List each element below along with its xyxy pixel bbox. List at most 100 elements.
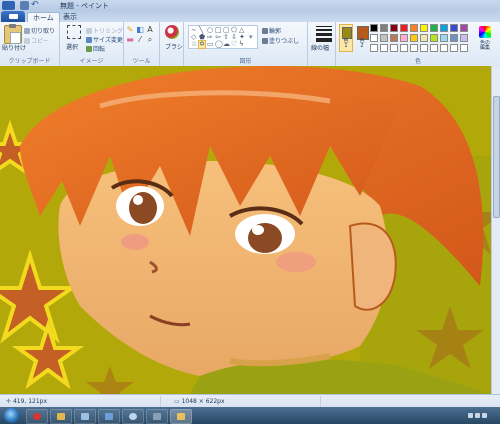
tab-view[interactable]: 表示 [58, 12, 82, 22]
brush-label: ブラシ [165, 44, 183, 51]
shapes-scroll-icon[interactable]: ▾ [249, 34, 253, 41]
palette-color-swatch[interactable] [430, 34, 438, 42]
resize-button[interactable]: サイズ変更 [86, 35, 123, 44]
shape-callout-rect-icon[interactable]: ▭ [207, 41, 214, 48]
shapes-group-label: 図形 [239, 58, 252, 65]
paint-menu-button[interactable] [1, 11, 25, 22]
text-icon[interactable]: A [146, 26, 154, 34]
palette-color-swatch[interactable] [420, 34, 428, 42]
shape-lightning-icon[interactable]: ϟ [239, 41, 244, 48]
palette-color-swatch[interactable] [440, 34, 448, 42]
palette-color-swatch[interactable] [450, 44, 458, 52]
start-button[interactable] [4, 408, 19, 423]
palette-color-swatch[interactable] [460, 44, 468, 52]
edit-colors-label: 色の 編集 [479, 40, 490, 51]
magnifier-icon[interactable]: ⌕ [146, 36, 154, 44]
colors-group-label: 色 [414, 58, 421, 65]
image-group-label: イメージ [79, 58, 104, 65]
shapes-gallery: ∼ ╲ ○ □ ▢ ⬠ △ ◇ ⬟ ⇨ ⇦ ⇧ ⇩ ✦ ☆ ✡ ▭ ◯ ☁ ♡ … [188, 25, 258, 49]
color1-label: 色 1 [343, 38, 349, 49]
edit-colors-button[interactable]: 色の 編集 [474, 24, 496, 52]
taskbar-messenger-button[interactable] [122, 409, 144, 424]
palette-color-swatch[interactable] [380, 44, 388, 52]
palette-color-swatch[interactable] [430, 44, 438, 52]
taskbar-explorer-button[interactable] [50, 409, 72, 424]
title-bar: ↶ 無題 - ペイント [0, 0, 500, 11]
palette-color-swatch[interactable] [390, 24, 398, 32]
paste-button[interactable] [4, 24, 22, 44]
palette-color-swatch[interactable] [400, 34, 408, 42]
tray-icon[interactable] [468, 413, 473, 418]
palette-color-swatch[interactable] [370, 34, 378, 42]
taskbar-opera-button[interactable] [26, 409, 48, 424]
eraser-icon[interactable]: ▬ [126, 36, 134, 44]
quick-undo-icon[interactable]: ↶ [31, 1, 40, 10]
palette-color-swatch[interactable] [400, 24, 408, 32]
taskbar-window-button[interactable] [74, 409, 96, 424]
shape-heart-icon[interactable]: ♡ [231, 41, 237, 48]
palette-color-swatch[interactable] [430, 24, 438, 32]
drawing-canvas[interactable] [0, 66, 500, 394]
camera-icon [153, 413, 161, 420]
palette-color-swatch[interactable] [440, 24, 448, 32]
tray-icon[interactable] [475, 413, 480, 418]
cut-button[interactable]: 切り取り [24, 26, 55, 35]
messenger-icon [129, 413, 137, 420]
outline-dropdown[interactable]: 輪郭 [262, 26, 281, 35]
cursor-position: ✛ 419, 121px [6, 398, 47, 405]
stroke-group: 線の幅 [308, 22, 336, 66]
fill-dropdown[interactable]: 塗りつぶし [262, 36, 299, 45]
palette-color-swatch[interactable] [440, 44, 448, 52]
select-button[interactable] [67, 25, 81, 39]
fill-bucket-icon[interactable]: ◧ [136, 26, 144, 34]
palette-color-swatch[interactable] [460, 24, 468, 32]
copy-button[interactable]: コピー [24, 36, 49, 45]
outline-label: 輪郭 [269, 28, 282, 35]
taskbar-paint-button[interactable] [170, 409, 192, 424]
shape-callout-cloud-icon[interactable]: ☁ [223, 41, 230, 48]
taskbar-camera-button[interactable] [146, 409, 168, 424]
crop-button[interactable]: トリミング [86, 26, 123, 35]
palette-color-swatch[interactable] [380, 24, 388, 32]
palette-color-swatch[interactable] [390, 44, 398, 52]
line-width-icon[interactable] [316, 26, 332, 44]
palette-color-swatch[interactable] [410, 34, 418, 42]
paint-icon [177, 413, 185, 420]
shape-star6-icon[interactable]: ✡ [198, 40, 206, 49]
clipboard-group: 貼り付け 切り取り コピー クリップボード [0, 22, 60, 66]
cursor-position-value: 419, 121px [12, 398, 48, 405]
quick-save-icon[interactable] [20, 1, 29, 10]
shape-callout-oval-icon[interactable]: ◯ [215, 41, 223, 48]
vertical-scrollbar[interactable] [491, 66, 500, 394]
image-size: ▭ 1048 × 622px [174, 398, 225, 405]
palette-color-swatch[interactable] [410, 44, 418, 52]
copy-icon [24, 38, 30, 44]
ribbon-tab-row: ホーム 表示 [0, 11, 500, 23]
palette-color-swatch[interactable] [450, 24, 458, 32]
palette-color-swatch[interactable] [410, 24, 418, 32]
palette-color-swatch[interactable] [420, 24, 428, 32]
window-menu-icon[interactable] [2, 1, 15, 10]
shapes-group: ∼ ╲ ○ □ ▢ ⬠ △ ◇ ⬟ ⇨ ⇦ ⇧ ⇩ ✦ ☆ ✡ ▭ ◯ ☁ ♡ … [184, 22, 308, 66]
system-tray [466, 411, 496, 420]
color-picker-icon[interactable]: ⁄ [136, 36, 144, 44]
tray-icon[interactable] [482, 413, 487, 418]
palette-color-swatch[interactable] [380, 34, 388, 42]
palette-color-swatch[interactable] [400, 44, 408, 52]
palette-color-swatch[interactable] [370, 44, 378, 52]
brush-icon[interactable] [165, 25, 179, 39]
palette-color-swatch[interactable] [420, 44, 428, 52]
status-bar: ✛ 419, 121px ▭ 1048 × 622px [0, 394, 500, 408]
palette-color-swatch[interactable] [460, 34, 468, 42]
window-title: 無題 - ペイント [60, 2, 109, 10]
shape-star5-icon[interactable]: ☆ [191, 41, 197, 48]
taskbar-media-button[interactable] [98, 409, 120, 424]
palette-color-swatch[interactable] [450, 34, 458, 42]
rotate-button[interactable]: 回転 [86, 44, 105, 53]
pencil-icon[interactable]: ✎ [126, 26, 134, 34]
palette-color-swatch[interactable] [390, 34, 398, 42]
palette-color-swatch[interactable] [370, 24, 378, 32]
tools-group-label: ツール [132, 58, 151, 65]
scrollbar-thumb[interactable] [493, 96, 500, 218]
canvas-artwork [0, 66, 500, 394]
